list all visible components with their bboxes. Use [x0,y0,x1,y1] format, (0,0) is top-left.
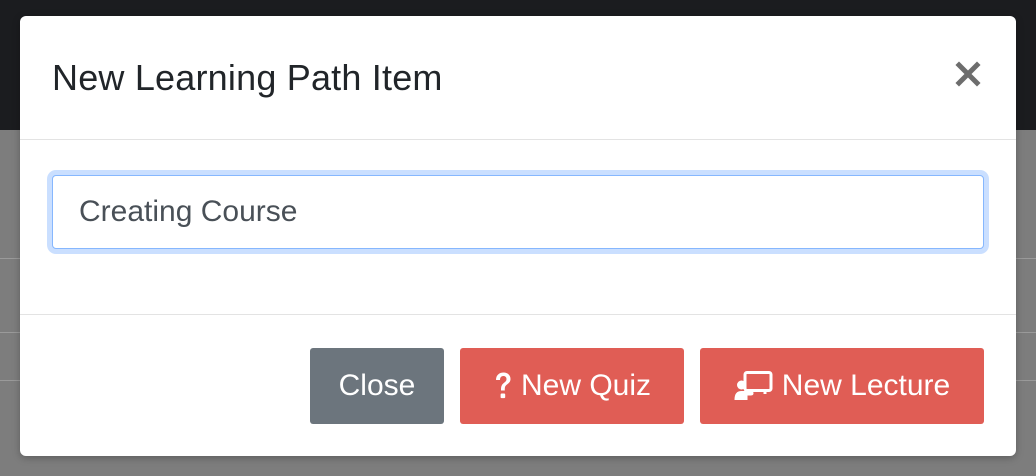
question-icon [493,371,513,401]
new-quiz-button[interactable]: New Quiz [460,348,684,424]
close-icon[interactable] [954,60,982,88]
modal-title: New Learning Path Item [52,57,443,98]
close-button-label: Close [338,369,416,402]
modal-body [20,140,1016,315]
new-lecture-label: New Lecture [781,369,951,402]
new-lecture-button[interactable]: New Lecture [700,348,984,424]
new-learning-path-item-modal: New Learning Path Item Close New Quiz [20,16,1016,456]
modal-footer: Close New Quiz New Lecture [20,315,1016,456]
presentation-icon [734,371,774,401]
modal-header: New Learning Path Item [20,16,1016,140]
close-button[interactable]: Close [310,348,444,424]
item-name-input[interactable] [52,175,984,249]
new-quiz-label: New Quiz [520,369,652,402]
